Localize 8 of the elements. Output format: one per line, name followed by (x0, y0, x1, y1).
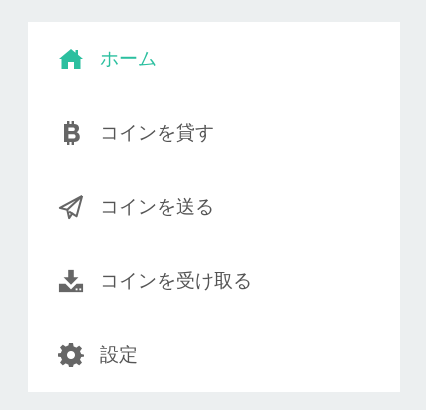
menu-item[interactable]: コインを送る (28, 170, 400, 244)
menu-item[interactable]: コインを貸す (28, 96, 400, 170)
menu-item[interactable]: 設定 (28, 318, 400, 392)
menu-item[interactable]: コインを受け取る (28, 244, 400, 318)
download-icon (58, 268, 84, 294)
settings-icon (58, 342, 84, 368)
paper-plane-icon (58, 194, 84, 220)
home-icon (58, 46, 84, 72)
